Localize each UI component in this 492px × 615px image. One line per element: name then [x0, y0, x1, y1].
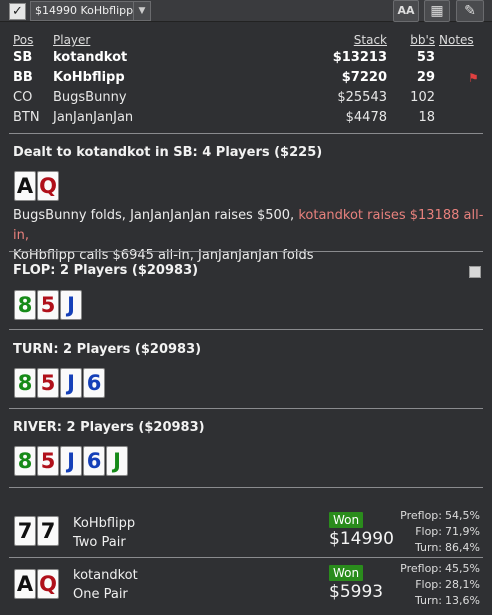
- equity-label: Flop:: [415, 525, 442, 538]
- player-name: KoHbflipp: [53, 70, 125, 85]
- toolbar: ✓ $14990 KoHbflipp ▼ AA ▦ ✎: [0, 0, 492, 22]
- card: 8: [14, 368, 36, 398]
- chevron-down-icon[interactable]: ▼: [133, 2, 150, 20]
- edit-icon[interactable]: ✎: [456, 0, 484, 22]
- equity-value: 28,1%: [445, 578, 480, 591]
- action-text: BugsBunny folds, JanJanJanJan raises $50…: [13, 208, 299, 223]
- player-stack: $25543: [337, 90, 387, 105]
- player-pos: SB: [13, 50, 33, 65]
- card: Q: [37, 569, 59, 599]
- card: 8: [14, 290, 36, 320]
- showdown-cards: A Q: [14, 569, 59, 599]
- flop-title: FLOP: 2 Players ($20983): [13, 263, 199, 278]
- turn-title: TURN: 2 Players ($20983): [13, 342, 202, 357]
- check-icon: ✓: [12, 4, 23, 19]
- equity-label: Preflop:: [400, 562, 442, 575]
- result-hand: One Pair: [73, 587, 128, 602]
- divider: [9, 133, 483, 134]
- header-player[interactable]: Player: [53, 32, 90, 48]
- won-badge: Won: [329, 512, 364, 528]
- player-name: BugsBunny: [53, 90, 127, 105]
- card: J: [60, 368, 82, 398]
- won-amount: $5993: [329, 582, 384, 602]
- equity-value: 54,5%: [445, 509, 480, 522]
- equity-value: 86,4%: [445, 541, 480, 554]
- equity-value: 71,9%: [445, 525, 480, 538]
- divider: [9, 329, 483, 330]
- divider: [9, 487, 483, 488]
- equity-value: 13,6%: [445, 594, 480, 607]
- player-pos: BB: [13, 70, 33, 85]
- flag-icon[interactable]: ⚑: [468, 68, 479, 88]
- header-notes[interactable]: Notes: [439, 32, 474, 48]
- player-stack: $4478: [345, 110, 387, 125]
- header-pos[interactable]: Pos: [13, 32, 33, 48]
- equity-label: Flop:: [415, 578, 442, 591]
- player-bbs: 53: [416, 50, 435, 65]
- hand-select-value: $14990 KoHbflipp: [35, 4, 134, 17]
- player-stack: $13213: [332, 50, 387, 65]
- card: J: [60, 446, 82, 476]
- player-bbs: 102: [410, 90, 435, 105]
- equity-value: 45,5%: [445, 562, 480, 575]
- divider: [9, 557, 483, 558]
- turn-cards: 8 5 J 6: [14, 368, 105, 398]
- preflop-title: Dealt to kotandkot in SB: 4 Players ($22…: [13, 145, 323, 160]
- river-cards: 8 5 J 6 J: [14, 446, 128, 476]
- player-name: JanJanJanJan: [53, 110, 134, 125]
- card: 5: [37, 368, 59, 398]
- equity-list: Preflop: 45,5% Flop: 28,1% Turn: 13,6%: [380, 561, 480, 609]
- players-table: Pos Player Stack bb's Notes SB kotandkot…: [13, 32, 485, 128]
- equity-label: Preflop:: [400, 509, 442, 522]
- player-row[interactable]: SB kotandkot $13213 53: [13, 48, 485, 68]
- card: 6: [83, 368, 105, 398]
- hole-cards: A Q: [14, 171, 59, 201]
- preflop-actions: BugsBunny folds, JanJanJanJan raises $50…: [13, 206, 485, 266]
- card: A: [14, 171, 36, 201]
- equity-label: Turn:: [414, 594, 442, 607]
- player-row[interactable]: BTN JanJanJanJan $4478 18: [13, 108, 485, 128]
- card: 8: [14, 446, 36, 476]
- card: 6: [83, 446, 105, 476]
- river-title: RIVER: 2 Players ($20983): [13, 420, 205, 435]
- card: 5: [37, 290, 59, 320]
- font-size-button[interactable]: AA: [393, 0, 419, 22]
- equity-label: Turn:: [414, 541, 442, 554]
- card: A: [14, 569, 36, 599]
- player-row[interactable]: BB KoHbflipp $7220 29 ⚑: [13, 68, 485, 88]
- player-bbs: 29: [416, 70, 435, 85]
- checkbox[interactable]: ✓: [9, 3, 26, 20]
- result-player: KoHbflipp: [73, 516, 136, 531]
- grid-icon[interactable]: ▦: [424, 0, 450, 22]
- flop-cards: 8 5 J: [14, 290, 82, 320]
- player-row[interactable]: CO BugsBunny $25543 102: [13, 88, 485, 108]
- hand-select[interactable]: $14990 KoHbflipp ▼: [30, 1, 151, 21]
- player-pos: CO: [13, 90, 33, 105]
- card: 5: [37, 446, 59, 476]
- note-icon[interactable]: [469, 266, 481, 278]
- card: Q: [37, 171, 59, 201]
- divider: [9, 251, 483, 252]
- header-bbs[interactable]: bb's: [410, 32, 435, 48]
- card: 7: [14, 516, 36, 546]
- card: J: [60, 290, 82, 320]
- showdown-cards: 7 7: [14, 516, 59, 546]
- player-pos: BTN: [13, 110, 40, 125]
- divider: [9, 408, 483, 409]
- equity-list: Preflop: 54,5% Flop: 71,9% Turn: 86,4%: [380, 508, 480, 556]
- player-name: kotandkot: [53, 50, 128, 65]
- player-bbs: 18: [418, 110, 435, 125]
- card: 7: [37, 516, 59, 546]
- card: J: [106, 446, 128, 476]
- player-stack: $7220: [341, 70, 387, 85]
- result-player: kotandkot: [73, 568, 138, 583]
- won-badge: Won: [329, 565, 364, 581]
- result-hand: Two Pair: [73, 535, 126, 550]
- header-stack[interactable]: Stack: [354, 32, 387, 48]
- players-header: Pos Player Stack bb's Notes: [13, 32, 485, 48]
